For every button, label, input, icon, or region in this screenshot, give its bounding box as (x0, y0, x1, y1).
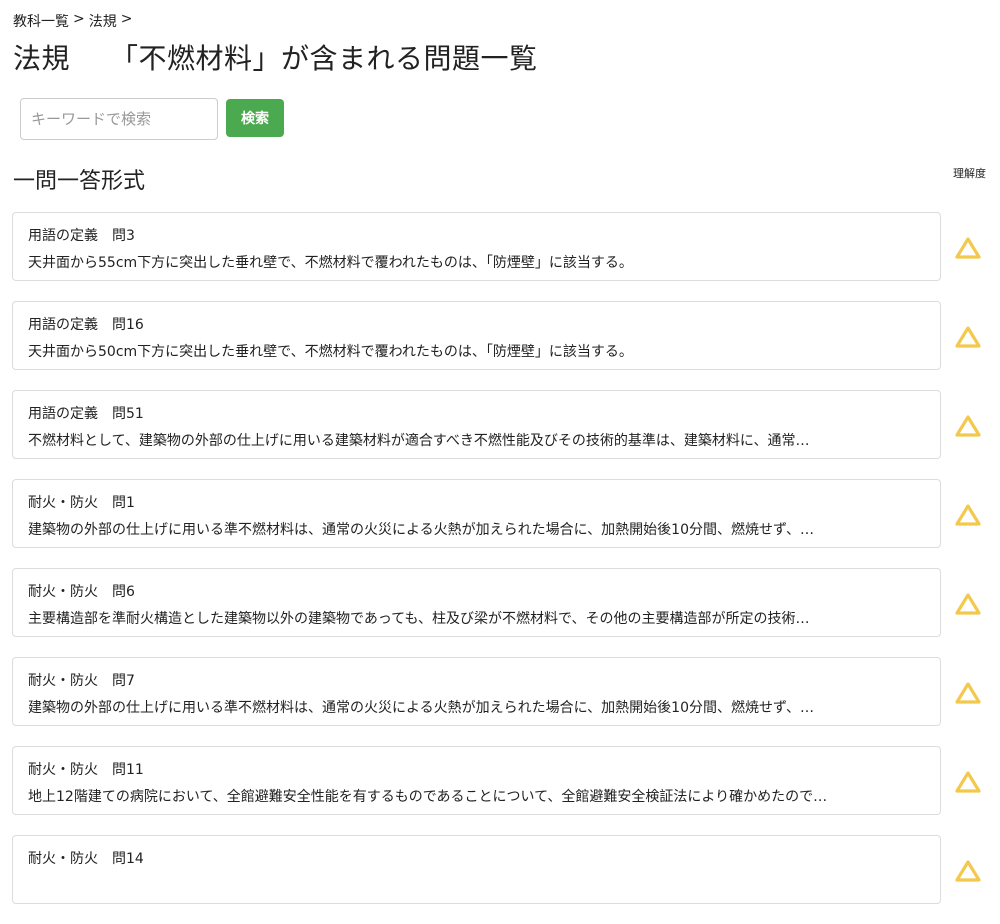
question-meta: 耐火・防火 問1 (28, 492, 925, 512)
question-text: 天井面から55cm下方に突出した垂れ壁で、不燃材料で覆われたものは、「防煙壁」に… (28, 255, 633, 271)
question-row: 耐火・防火 問6 主要構造部を準耐火構造とした建築物以外の建築物であっても、柱及び… (12, 568, 1000, 657)
question-meta: 用語の定義 問16 (28, 314, 925, 334)
triangle-icon[interactable] (955, 325, 981, 349)
question-meta: 耐火・防火 問7 (28, 670, 925, 690)
question-text: 不燃材料として、建築物の外部の仕上げに用いる建築材料が適合すべき不燃性能及びその… (28, 433, 810, 449)
question-number: 問51 (112, 406, 144, 422)
question-text: 地上12階建ての病院において、全館避難安全性能を有するものであることについて、全… (28, 789, 828, 805)
question-number: 問1 (112, 495, 135, 511)
question-meta: 耐火・防火 問11 (28, 759, 925, 779)
triangle-icon[interactable] (955, 503, 981, 527)
question-row: 用語の定義 問3 天井面から55cm下方に突出した垂れ壁で、不燃材料で覆われたもの… (12, 212, 1000, 301)
question-row: 耐火・防火 問7 建築物の外部の仕上げに用いる準不燃材料は、通常の火災による火熱が… (12, 657, 1000, 746)
question-text: 主要構造部を準耐火構造とした建築物以外の建築物であっても、柱及び梁が不燃材料で、… (28, 611, 810, 627)
triangle-icon[interactable] (955, 859, 981, 883)
question-category: 耐火・防火 (28, 495, 98, 511)
section-title: 一問一答形式 (13, 169, 146, 194)
question-meta: 用語の定義 問51 (28, 403, 925, 423)
question-category: 用語の定義 (28, 228, 98, 244)
page-heading: 「不燃材料」が含まれる問題一覧 (110, 42, 538, 75)
question-category: 用語の定義 (28, 317, 98, 333)
question-row: 用語の定義 問51 不燃材料として、建築物の外部の仕上げに用いる建築材料が適合すべ… (12, 390, 1000, 479)
question-meta: 耐火・防火 問6 (28, 581, 925, 601)
triangle-icon[interactable] (955, 681, 981, 705)
question-number: 問6 (112, 584, 135, 600)
question-number: 問3 (112, 228, 135, 244)
triangle-icon[interactable] (955, 414, 981, 438)
breadcrumb: 教科一覧 > 法規 > (13, 11, 132, 31)
question-category: 用語の定義 (28, 406, 98, 422)
question-number: 問7 (112, 673, 135, 689)
question-list: 用語の定義 問3 天井面から55cm下方に突出した垂れ壁で、不燃材料で覆われたもの… (12, 212, 1000, 924)
question-text: 天井面から50cm下方に突出した垂れ壁で、不燃材料で覆われたものは、「防煙壁」に… (28, 344, 633, 360)
comprehension-header: 理解度 (953, 167, 986, 180)
question-category: 耐火・防火 (28, 851, 98, 867)
triangle-icon[interactable] (955, 236, 981, 260)
question-row: 耐火・防火 問11 地上12階建ての病院において、全館避難安全性能を有するものであ… (12, 746, 1000, 835)
question-row: 耐火・防火 問1 建築物の外部の仕上げに用いる準不燃材料は、通常の火災による火熱が… (12, 479, 1000, 568)
triangle-icon[interactable] (955, 770, 981, 794)
question-row: 耐火・防火 問14 (12, 835, 1000, 924)
question-number: 問14 (112, 851, 144, 867)
search-button[interactable]: 検索 (226, 99, 284, 137)
breadcrumb-item-law[interactable]: 法規 (89, 11, 117, 31)
breadcrumb-separator: > (73, 11, 85, 27)
question-card[interactable]: 用語の定義 問16 天井面から50cm下方に突出した垂れ壁で、不燃材料で覆われたも… (12, 301, 941, 370)
question-card[interactable]: 耐火・防火 問14 (12, 835, 941, 904)
question-text: 建築物の外部の仕上げに用いる準不燃材料は、通常の火災による火熱が加えられた場合に… (28, 700, 814, 716)
triangle-icon[interactable] (955, 592, 981, 616)
question-number: 問16 (112, 317, 144, 333)
breadcrumb-separator: > (120, 11, 133, 27)
question-card[interactable]: 耐火・防火 問7 建築物の外部の仕上げに用いる準不燃材料は、通常の火災による火熱が… (12, 657, 941, 726)
question-category: 耐火・防火 (28, 673, 98, 689)
question-card[interactable]: 耐火・防火 問6 主要構造部を準耐火構造とした建築物以外の建築物であっても、柱及び… (12, 568, 941, 637)
question-card[interactable]: 耐火・防火 問1 建築物の外部の仕上げに用いる準不燃材料は、通常の火災による火熱が… (12, 479, 941, 548)
page-subject: 法規 (13, 42, 71, 75)
question-meta: 用語の定義 問3 (28, 225, 925, 245)
search-input[interactable] (20, 98, 218, 140)
question-card[interactable]: 用語の定義 問51 不燃材料として、建築物の外部の仕上げに用いる建築材料が適合すべ… (12, 390, 941, 459)
question-row: 用語の定義 問16 天井面から50cm下方に突出した垂れ壁で、不燃材料で覆われたも… (12, 301, 1000, 390)
question-card[interactable]: 用語の定義 問3 天井面から55cm下方に突出した垂れ壁で、不燃材料で覆われたもの… (12, 212, 941, 281)
question-text: 建築物の外部の仕上げに用いる準不燃材料は、通常の火災による火熱が加えられた場合に… (28, 522, 814, 538)
question-meta: 耐火・防火 問14 (28, 848, 925, 868)
question-number: 問11 (112, 762, 144, 778)
question-card[interactable]: 耐火・防火 問11 地上12階建ての病院において、全館避難安全性能を有するものであ… (12, 746, 941, 815)
question-category: 耐火・防火 (28, 762, 98, 778)
breadcrumb-item-subjects[interactable]: 教科一覧 (13, 11, 69, 31)
question-category: 耐火・防火 (28, 584, 98, 600)
page-title: 法規 「不燃材料」が含まれる問題一覧 (13, 37, 538, 77)
